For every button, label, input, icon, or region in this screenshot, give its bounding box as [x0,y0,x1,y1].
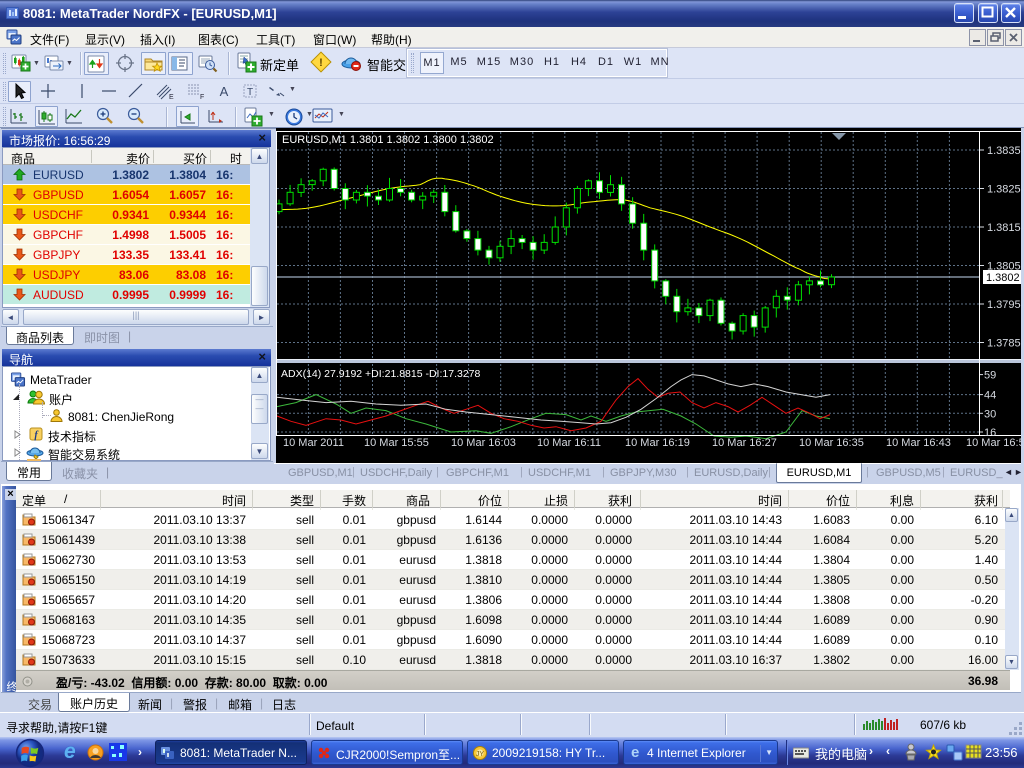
svg-text:A: A [220,84,229,99]
svg-text:1.3795: 1.3795 [987,299,1021,311]
svg-text:10 Mar 16:51: 10 Mar 16:51 [966,437,1024,449]
svg-text:1.3785: 1.3785 [987,338,1021,350]
svg-text:JY: JY [476,751,485,758]
svg-text:ADX(14) 27.9192 +DI:21.8815 -D: ADX(14) 27.9192 +DI:21.8815 -DI:17.3278 [281,368,481,380]
svg-text:E: E [169,94,174,101]
svg-text:10 Mar 16:43: 10 Mar 16:43 [886,437,951,449]
svg-text:T: T [247,87,253,98]
svg-text:44: 44 [984,390,996,402]
svg-text:10 Mar 2011: 10 Mar 2011 [283,437,344,449]
svg-text:59: 59 [984,370,996,382]
svg-text:1.3825: 1.3825 [987,184,1021,196]
svg-text:10 Mar 15:55: 10 Mar 15:55 [364,437,429,449]
svg-text:EURUSD,M1 1.3801 1.3802 1.380: EURUSD,M1 1.3801 1.3802 1.3800 1.3802 [282,134,494,146]
svg-text:10 Mar 16:19: 10 Mar 16:19 [625,437,690,449]
svg-text:10 Mar 16:03: 10 Mar 16:03 [451,437,516,449]
svg-text:1.3815: 1.3815 [987,222,1021,234]
svg-text:30: 30 [984,408,996,420]
svg-text:1.3802: 1.3802 [986,272,1020,284]
svg-text:1.3835: 1.3835 [987,145,1021,157]
svg-text:10 Mar 16:11: 10 Mar 16:11 [537,437,601,449]
svg-text:F: F [200,94,204,101]
svg-text:10 Mar 16:35: 10 Mar 16:35 [799,437,864,449]
svg-text:!: ! [319,57,323,69]
svg-text:10 Mar 16:27: 10 Mar 16:27 [712,437,777,449]
